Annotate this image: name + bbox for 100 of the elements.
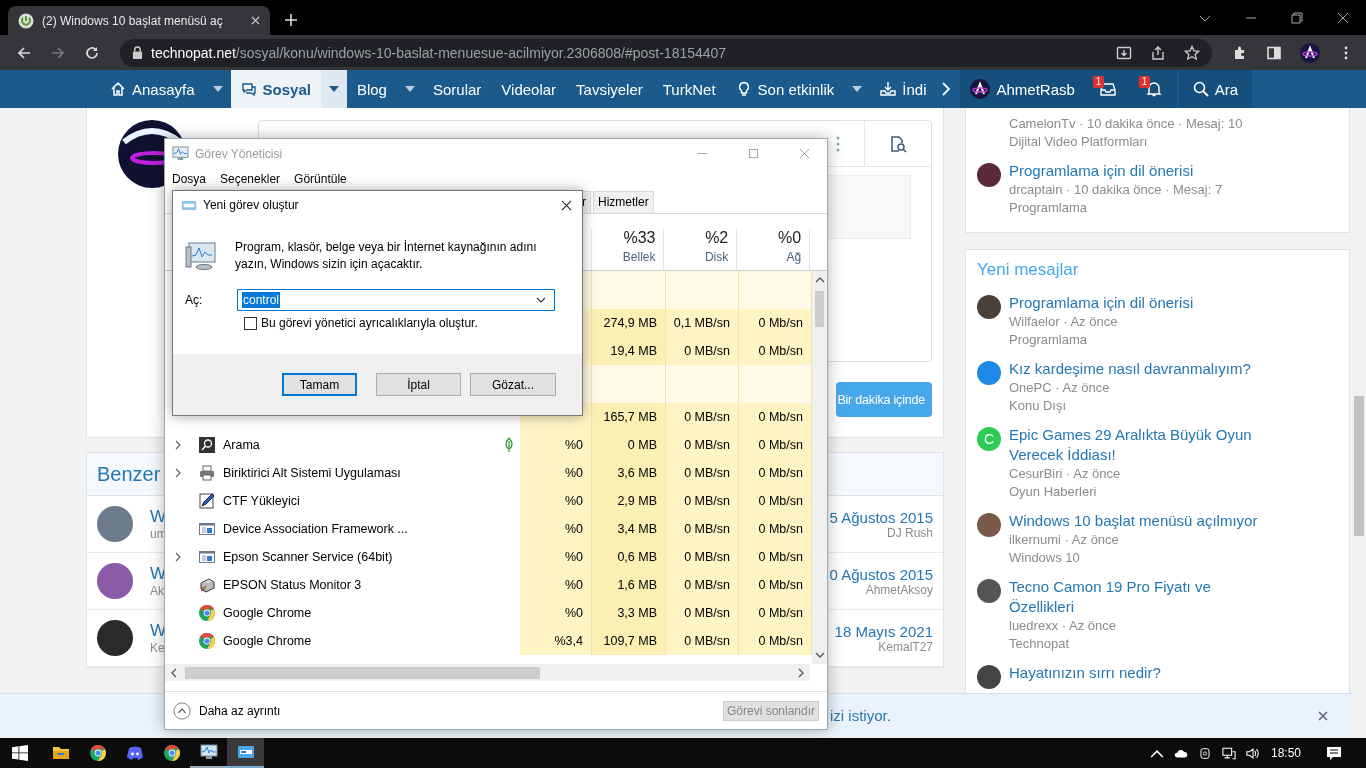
- instruction-text: Program, klasör, belge veya bir İnternet kaynağının adını yazın, Windows sizin için açacaktır.: [235, 239, 538, 273]
- window-title: Yeni görev oluştur: [203, 198, 299, 212]
- chevron-up-icon: [173, 701, 191, 720]
- forward-icon[interactable]: [50, 44, 66, 61]
- scroll-down-icon[interactable]: [814, 652, 825, 658]
- thread-link[interactable]: Windows 10 başlat menüsü açılmıyor: [1009, 511, 1258, 531]
- column-header[interactable]: %2 Disk: [664, 229, 738, 270]
- thread-link[interactable]: Programlama için dil önerisi: [1009, 161, 1223, 181]
- windows-logo-icon[interactable]: [12, 745, 28, 761]
- power-icon: [18, 12, 34, 29]
- chevron-right-icon[interactable]: [175, 468, 181, 478]
- new-tab-icon[interactable]: [284, 13, 298, 27]
- scroll-left-icon[interactable]: [171, 667, 177, 678]
- chevron-down-icon[interactable]: [536, 297, 546, 303]
- scrollbar[interactable]: [165, 664, 810, 681]
- install-icon[interactable]: [1116, 44, 1132, 61]
- nav-item[interactable]: Sosyal: [230, 70, 321, 108]
- forum-link[interactable]: Dijital Video Platformları: [1009, 133, 1243, 151]
- menu-item[interactable]: Seçenekler: [213, 172, 288, 186]
- caret-icon[interactable]: [320, 70, 347, 108]
- scroll-thumb[interactable]: [815, 291, 824, 327]
- back-icon[interactable]: [16, 44, 32, 61]
- nav-item[interactable]: Son etkinlik: [725, 70, 845, 108]
- fewer-details-link[interactable]: Daha az ayrıntı: [173, 701, 281, 720]
- profile-avatar[interactable]: [1300, 42, 1320, 63]
- search-icon: [1192, 81, 1209, 97]
- nav-item[interactable]: Sorular: [422, 70, 492, 108]
- browser-tab[interactable]: (2) Windows 10 başlat menüsü aç: [8, 6, 270, 35]
- thread-meta: CamelonTv · 10 dakika önce · Mesaj: 10: [1009, 115, 1243, 133]
- bell-icon[interactable]: [1145, 81, 1162, 97]
- dialog-button[interactable]: İptal: [376, 373, 461, 396]
- scroll-thumb[interactable]: [185, 666, 540, 679]
- clock[interactable]: 18:50: [1270, 746, 1301, 760]
- forum-link[interactable]: Programlama: [1009, 331, 1194, 349]
- nav-item[interactable]: TurkNet: [652, 70, 726, 108]
- scroll-right-icon[interactable]: [798, 667, 804, 678]
- last-poster[interactable]: AhmetAksoy: [865, 582, 933, 597]
- checkbox[interactable]: [244, 316, 257, 330]
- nav-item[interactable]: Videolar: [491, 70, 567, 108]
- table-cell: 274,9 MB: [592, 309, 666, 337]
- window-title: Görev Yöneticisi: [195, 146, 283, 161]
- forum-link[interactable]: Programlama: [1009, 199, 1223, 217]
- run-icon: [181, 198, 197, 212]
- restore-icon[interactable]: [1291, 12, 1303, 24]
- menu-item[interactable]: Görüntüle: [287, 172, 354, 186]
- network-icon[interactable]: [1221, 746, 1236, 760]
- window-icon: [199, 521, 215, 537]
- maximize-icon[interactable]: [748, 148, 759, 159]
- dialog-button[interactable]: Gözat...: [470, 373, 556, 396]
- process-name: Google Chrome: [223, 606, 312, 620]
- tab[interactable]: Hizmetler: [593, 191, 654, 213]
- table-cell: 0,6 MB: [592, 543, 666, 571]
- field-label: Aç:: [185, 293, 204, 307]
- chevron-right-icon[interactable]: [175, 552, 181, 562]
- last-poster[interactable]: KemalT27: [878, 639, 933, 654]
- checkbox-label[interactable]: Bu görevi yönetici ayrıcalıklarıyla oluştur.: [261, 316, 478, 330]
- command-combo-box[interactable]: control: [237, 289, 555, 311]
- table-cell: 0 Mb/sn: [739, 459, 812, 487]
- close-icon[interactable]: [561, 199, 572, 211]
- table-cell: 0 MB: [592, 431, 666, 459]
- search-button[interactable]: Ara: [1178, 70, 1253, 108]
- chrome-icon: [199, 633, 215, 649]
- nav-item[interactable]: Tavsiyeler: [566, 70, 653, 108]
- last-poster[interactable]: DJ Rush: [887, 525, 933, 540]
- taskbar-app[interactable]: [227, 738, 264, 768]
- menu-item[interactable]: Dosya: [165, 172, 213, 186]
- more-icon[interactable]: [836, 135, 840, 152]
- inbox-icon[interactable]: [1099, 81, 1116, 97]
- table-cell: 0 MB/sn: [666, 487, 739, 515]
- share-icon[interactable]: [1150, 44, 1166, 61]
- table-cell: 0 MB/sn: [666, 543, 739, 571]
- nav-item[interactable]: Blog: [346, 70, 397, 108]
- table-cell: %0: [520, 487, 592, 515]
- address-bar[interactable]: technopat.net/sosyal/konu/windows-10-baslat-menuesue-acilmiyor.2306808/#post-18154407: [120, 38, 1212, 67]
- notification-icon[interactable]: [1326, 746, 1342, 760]
- thread-link[interactable]: Hayatınızın sırrı nedir?: [1009, 663, 1161, 683]
- camera-icon[interactable]: [1197, 746, 1212, 760]
- close-icon[interactable]: [1337, 12, 1349, 24]
- nav-item[interactable]: İndi: [870, 70, 937, 108]
- speaker-icon[interactable]: [1245, 746, 1260, 760]
- nav-item[interactable]: Anasayfa: [100, 70, 205, 108]
- thread-meta: OnePC · Az önce: [1009, 379, 1111, 397]
- user-menu[interactable]: AhmetRasb: [960, 70, 1085, 108]
- thread-link[interactable]: Programlama için dil önerisi: [1009, 293, 1194, 313]
- sidebar-icon[interactable]: [1266, 44, 1282, 61]
- forum-link[interactable]: Oyun Haberleri: [1009, 483, 1263, 501]
- forum-link[interactable]: Technopat: [1009, 635, 1263, 653]
- thread-link[interactable]: Tecno Camon 19 Pro Fiyatı ve Özellikleri: [1009, 577, 1263, 617]
- dialog-button[interactable]: Tamam: [282, 373, 357, 396]
- forum-link[interactable]: Konu Dışı: [1009, 397, 1251, 415]
- column-header[interactable]: %33 Bellek: [591, 229, 665, 270]
- chevron-right-icon[interactable]: [175, 440, 181, 450]
- reload-icon[interactable]: [84, 44, 100, 61]
- thread-link[interactable]: Epic Games 29 Aralıkta Büyük Oyun Verecek İddiası!: [1009, 425, 1263, 465]
- star-icon[interactable]: [1184, 44, 1200, 61]
- scroll-up-icon[interactable]: [814, 277, 825, 283]
- scrollbar[interactable]: [812, 271, 827, 664]
- forum-link[interactable]: Windows 10: [1009, 549, 1258, 567]
- thread-link[interactable]: Kız kardeşime nasıl davranmalıyım?: [1009, 359, 1251, 379]
- column-header[interactable]: %0 Ağ: [737, 229, 811, 270]
